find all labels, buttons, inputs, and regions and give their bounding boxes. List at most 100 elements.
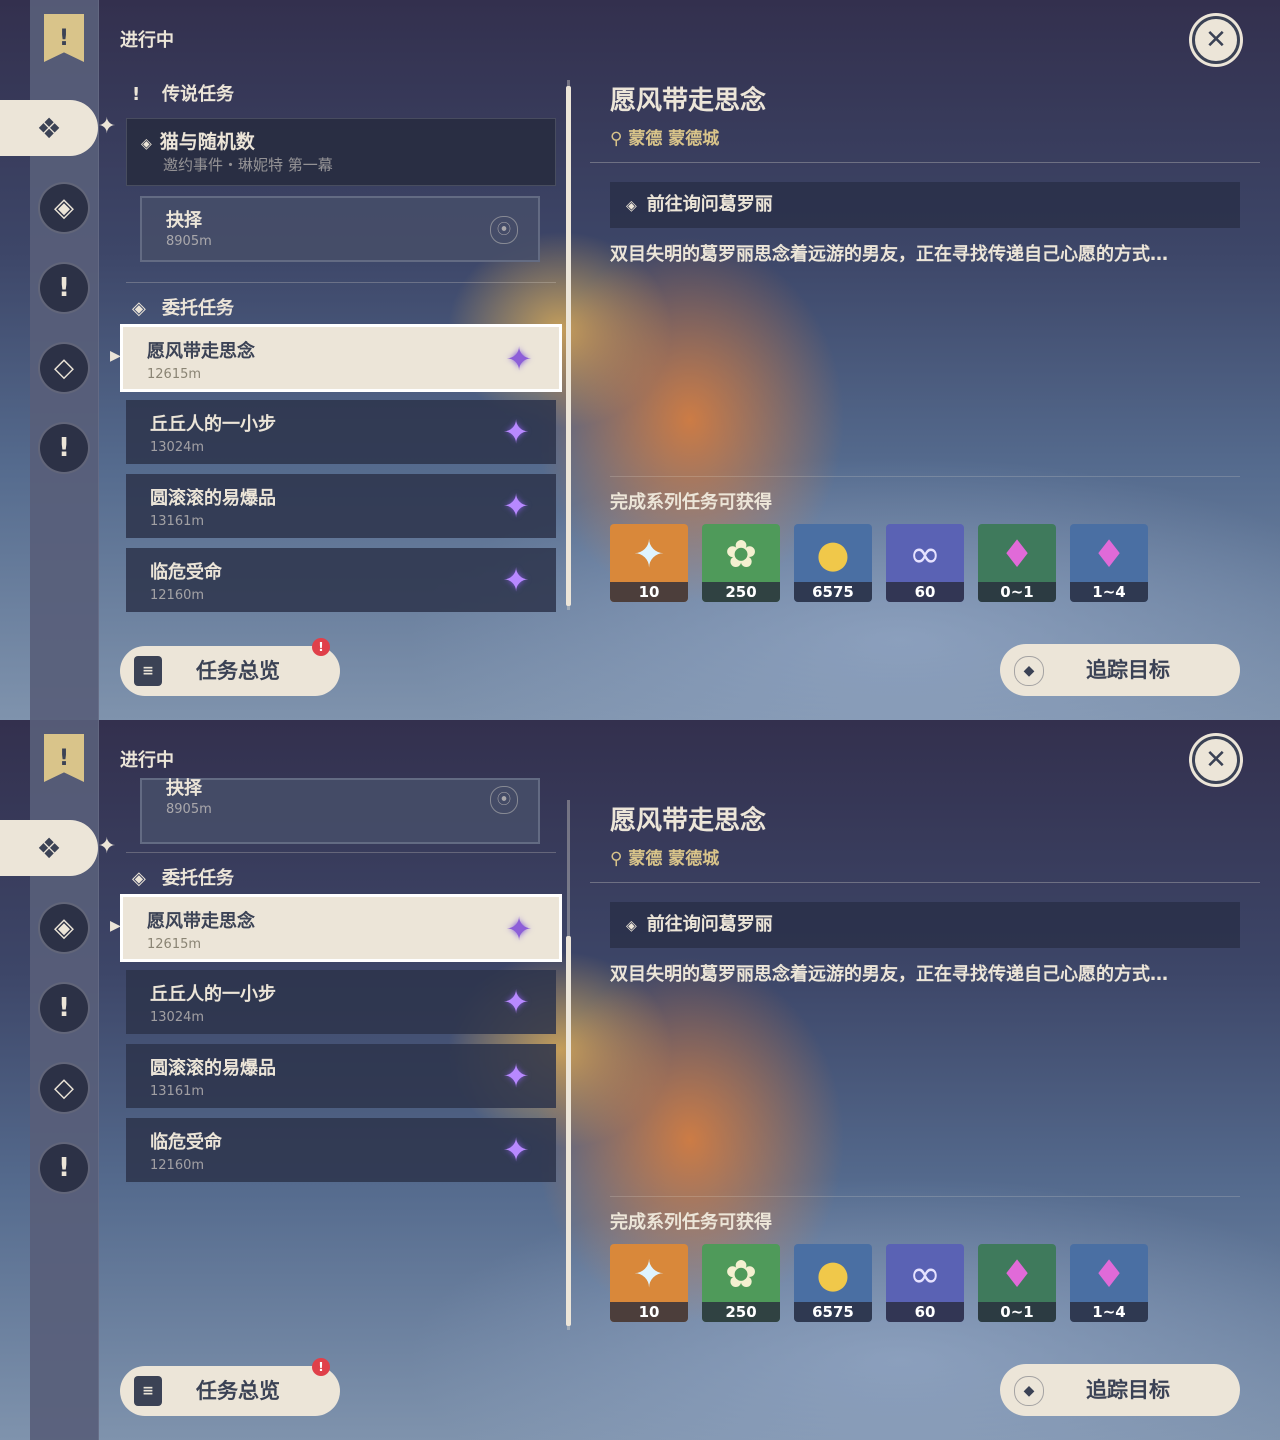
reward-primogem[interactable]: ✦ 10 [610,1244,688,1322]
sidebar-item-world-quests[interactable]: ! [38,982,90,1034]
quest-overview-button[interactable]: ≡ 任务总览 ! [120,1358,340,1416]
track-target-button[interactable]: ◆ 追踪目标 [1000,1364,1240,1416]
exclamation-icon: ! [58,433,70,463]
quest-description: 双目失明的葛罗丽思念着远游的男友，正在寻找传递自己心愿的方式… [610,244,1168,265]
status-title: 进行中 [120,30,174,51]
sparkle-icon: ✦ [97,834,116,859]
legend-quest-title: 猫与随机数 [159,131,255,153]
commission-section-header: ◈ 委托任务 [132,868,234,889]
adventure-exp-icon: ✿ [725,1252,757,1296]
reward-adventure-exp[interactable]: ✿ 250 [702,1244,780,1322]
reward-ore[interactable]: ♦ 0~1 [978,524,1056,602]
location-pin-icon: ⚲ [610,129,629,149]
quest-overview-button[interactable]: ≡ 任务总览 ! [120,638,340,696]
quest-objective: ◈ 前往询问葛罗丽 [610,182,1240,228]
quest-diamond-icon: ◈ [141,136,152,152]
commission-title: 圆滚滚的易爆品 [150,488,276,509]
commission-star-icon: ✦ [505,340,533,378]
sidebar-item-legend-quests[interactable]: ◈ [38,182,90,234]
sub-quest-card[interactable]: 抉择 8905m ⦿ [140,196,540,262]
commission-distance: 12160m [150,588,205,603]
commission-card[interactable]: 临危受命 12160m ✦ [126,1118,556,1182]
scrollbar-thumb[interactable] [566,936,571,1326]
quest-objective: ◈ 前往询问葛罗丽 [610,902,1240,948]
commission-card[interactable]: 临危受命 12160m ✦ [126,548,556,612]
detail-divider [590,162,1260,163]
quest-book-icon: ≡ [134,1376,162,1406]
sidebar-item-commissions[interactable]: ◇ [38,1062,90,1114]
reward-mora[interactable]: ● 6575 [794,524,872,602]
reward-adventure-exp[interactable]: ✿ 250 [702,524,780,602]
sidebar-item-event-quests[interactable]: ! [38,1142,90,1194]
commission-star-icon: ✦ [502,1131,530,1169]
reward-primogem[interactable]: ✦ 10 [610,524,688,602]
sparkle-icon: ✦ [97,114,116,139]
close-button[interactable]: ✕ [1192,736,1240,784]
primogem-icon: ✦ [633,1252,665,1296]
sidebar-item-event-quests[interactable]: ! [38,422,90,474]
reward-mora[interactable]: ● 6575 [794,1244,872,1322]
rewards-heading: 完成系列任务可获得 [610,1212,772,1233]
commission-card-selected[interactable]: 愿风带走思念 12615m ✦ [120,894,562,962]
commission-card-selected[interactable]: 愿风带走思念 12615m ✦ [120,324,562,392]
commission-title: 丘丘人的一小步 [150,414,276,435]
scrollbar-thumb[interactable] [566,86,571,606]
legend-quest-icon: ◈ [54,913,74,943]
quest-location: ⚲ 蒙德 蒙德城 [610,849,720,869]
commission-star-icon: ✦ [502,487,530,525]
commission-title: 临危受命 [150,562,222,583]
commission-card[interactable]: 丘丘人的一小步 13024m ✦ [126,970,556,1034]
commission-distance: 13024m [150,1010,205,1025]
commission-title: 愿风带走思念 [147,341,255,362]
quest-category-icon: ❖ [36,831,62,865]
reward-companionship-exp[interactable]: ∞ 60 [886,524,964,602]
map-pin-icon[interactable]: ⦿ [490,216,518,244]
track-target-button[interactable]: ◆ 追踪目标 [1000,644,1240,696]
quest-category-icon: ❖ [36,111,62,145]
reward-crystal-chunk[interactable]: ♦ 1~4 [1070,524,1148,602]
crystal-chunk-icon: ♦ [1091,1252,1127,1296]
close-icon: ✕ [1205,25,1227,55]
sidebar-item-legend-quests[interactable]: ◈ [38,902,90,954]
notification-badge: ! [312,638,330,656]
sidebar-item-all-quests[interactable]: ❖ ✦ [0,100,116,156]
quest-detail-title: 愿风带走思念 [610,86,767,116]
divider [126,282,556,283]
sidebar-item-all-quests[interactable]: ❖ ✦ [0,820,116,876]
exclamation-icon: ! [58,1153,70,1183]
sidebar-item-commissions[interactable]: ◇ [38,342,90,394]
commission-card[interactable]: 丘丘人的一小步 13024m ✦ [126,400,556,464]
sidebar-item-world-quests[interactable]: ! [38,262,90,314]
adventure-exp-icon: ✿ [725,532,757,576]
commission-distance: 13161m [150,514,205,529]
rewards-divider [610,476,1240,477]
commission-title: 临危受命 [150,1132,222,1153]
quest-location: ⚲ 蒙德 蒙德城 [610,129,720,149]
track-diamond-icon: ◆ [1014,656,1044,686]
notification-badge: ! [312,1358,330,1376]
commission-title: 圆滚滚的易爆品 [150,1058,276,1079]
legend-section-header: ! 传说任务 [132,84,234,105]
quest-screen-bottom: ! ❖ ✦ ◈ ! ◇ ! 进行中 抉择 8905m ⦿ ◈ 委托任务 ▶ 愿风带走… [0,720,1280,1440]
track-diamond-icon: ◆ [1014,1376,1044,1406]
close-button[interactable]: ✕ [1192,16,1240,64]
legend-quest-icon: ◈ [54,193,74,223]
commission-star-icon: ✦ [502,1057,530,1095]
legend-quest-subtitle: 邀约事件・琳妮特 第一幕 [163,156,333,174]
commission-card[interactable]: 圆滚滚的易爆品 13161m ✦ [126,1044,556,1108]
detail-divider [590,882,1260,883]
commission-card[interactable]: 圆滚滚的易爆品 13161m ✦ [126,474,556,538]
reward-crystal-chunk[interactable]: ♦ 1~4 [1070,1244,1148,1322]
divider [126,852,556,853]
sub-quest-title: 抉择 [166,778,202,799]
sub-quest-title: 抉择 [166,210,202,231]
map-pin-icon[interactable]: ⦿ [490,786,518,814]
commission-distance: 12615m [147,367,202,382]
rewards-heading: 完成系列任务可获得 [610,492,772,513]
sub-quest-card[interactable]: 抉择 8905m ⦿ [140,778,540,844]
reward-ore[interactable]: ♦ 0~1 [978,1244,1056,1322]
commission-star-icon: ✦ [502,983,530,1021]
legend-quest-card[interactable]: ◈ 猫与随机数 邀约事件・琳妮特 第一幕 [126,118,556,186]
reward-companionship-exp[interactable]: ∞ 60 [886,1244,964,1322]
rewards-divider [610,1196,1240,1197]
